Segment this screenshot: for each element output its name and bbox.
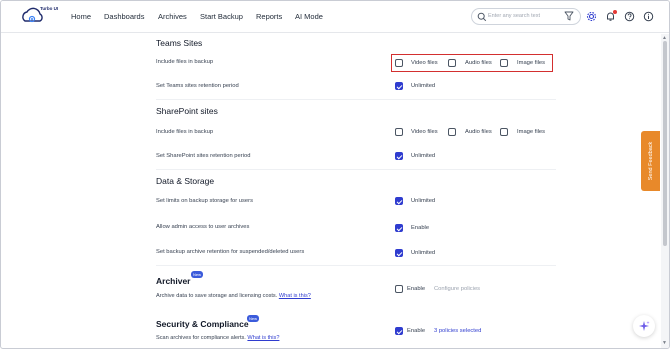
archiver-enable-checkbox[interactable]	[395, 285, 403, 293]
divider	[156, 265, 556, 266]
archiver-desc-text: Archive data to save storage and licensi…	[156, 293, 278, 299]
security-enable-checkbox[interactable]	[395, 327, 403, 335]
nav-start-backup[interactable]: Start Backup	[200, 12, 243, 21]
security-description: Scan archives for compliance alerts. Wha…	[156, 335, 279, 341]
security-what-is-this-link[interactable]: What is this?	[247, 335, 279, 341]
nav-dashboards[interactable]: Dashboards	[104, 12, 144, 21]
teams-retention-checkbox[interactable]	[395, 82, 403, 90]
storage-limits-value: Unlimited	[411, 198, 436, 204]
sharepoint-video-checkbox[interactable]	[395, 128, 403, 136]
sparkle-icon	[639, 321, 650, 331]
admin-access-label: Allow admin access to user archives	[156, 224, 250, 230]
sharepoint-video-label: Video files	[411, 129, 438, 135]
scroll-up-arrow-icon[interactable]: ▲	[662, 35, 667, 41]
teams-audio-checkbox[interactable]	[448, 59, 456, 67]
archive-retention-label: Set backup archive retention for suspend…	[156, 249, 305, 255]
notification-dot	[613, 10, 617, 14]
storage-limits-checkbox[interactable]	[395, 197, 403, 205]
archiver-new-badge: New	[191, 271, 204, 278]
send-feedback-label: Send Feedback	[647, 141, 654, 181]
sharepoint-image-checkbox[interactable]	[500, 128, 508, 136]
storage-limits-label: Set limits on backup storage for users	[156, 198, 253, 204]
security-heading: Security & Compliance	[156, 319, 249, 329]
sharepoint-image-label: Image files	[517, 129, 546, 135]
teams-include-label: Include files in backup	[156, 59, 214, 65]
logo-text: Turbo UI	[40, 6, 59, 11]
security-desc-text: Scan archives for compliance alerts.	[156, 335, 246, 341]
sharepoint-heading: SharePoint sites	[156, 106, 218, 116]
info-icon[interactable]	[643, 11, 654, 22]
nav-reports[interactable]: Reports	[256, 12, 282, 21]
teams-retention-label: Set Teams sites retention period	[156, 83, 239, 89]
top-header: Turbo UI Home Dashboards Archives Start …	[1, 1, 669, 33]
policies-selected-link[interactable]: 3 policies selected	[434, 328, 481, 334]
archiver-enable-label: Enable	[407, 286, 426, 292]
nav-ai-mode[interactable]: AI Mode	[295, 12, 323, 21]
scrollbar-thumb[interactable]	[663, 41, 667, 246]
archiver-what-is-this-link[interactable]: What is this?	[279, 293, 311, 299]
divider	[156, 99, 556, 100]
sharepoint-audio-label: Audio files	[465, 129, 492, 135]
send-feedback-button[interactable]: Send Feedback	[641, 131, 660, 191]
security-new-badge: New	[247, 315, 260, 322]
data-storage-heading: Data & Storage	[156, 176, 215, 186]
teams-sites-heading: Teams Sites	[156, 38, 203, 48]
archive-retention-value: Unlimited	[411, 250, 436, 256]
configure-policies-link[interactable]: Configure policies	[434, 286, 480, 292]
app-window: Turbo UI Home Dashboards Archives Start …	[0, 0, 670, 349]
admin-access-value: Enable	[411, 225, 430, 231]
teams-video-label: Video files	[411, 60, 438, 66]
scroll-down-arrow-icon[interactable]: ▼	[662, 340, 667, 346]
teams-image-label: Image files	[517, 60, 546, 66]
sharepoint-retention-label: Set SharePoint sites retention period	[156, 153, 251, 159]
ai-assistant-button[interactable]	[633, 315, 655, 337]
archive-retention-checkbox[interactable]	[395, 249, 403, 257]
archiver-description: Archive data to save storage and licensi…	[156, 293, 311, 299]
teams-audio-label: Audio files	[465, 60, 492, 66]
sharepoint-audio-checkbox[interactable]	[448, 128, 456, 136]
teams-image-checkbox[interactable]	[500, 59, 508, 67]
search-placeholder: Enter any search text	[488, 13, 540, 19]
security-enable-label: Enable	[407, 328, 426, 334]
search-icon	[477, 12, 487, 22]
nav-archives[interactable]: Archives	[158, 12, 187, 21]
teams-video-checkbox[interactable]	[395, 59, 403, 67]
nav-home[interactable]: Home	[71, 12, 91, 21]
help-icon[interactable]	[624, 11, 635, 22]
sharepoint-include-label: Include files in backup	[156, 129, 214, 135]
gear-icon[interactable]	[586, 11, 597, 22]
archiver-heading: Archiver	[156, 276, 191, 286]
teams-retention-value: Unlimited	[411, 83, 436, 89]
sharepoint-retention-value: Unlimited	[411, 153, 436, 159]
sharepoint-retention-checkbox[interactable]	[395, 152, 403, 160]
filter-icon[interactable]	[564, 11, 574, 21]
admin-access-checkbox[interactable]	[395, 224, 403, 232]
divider	[156, 169, 556, 170]
